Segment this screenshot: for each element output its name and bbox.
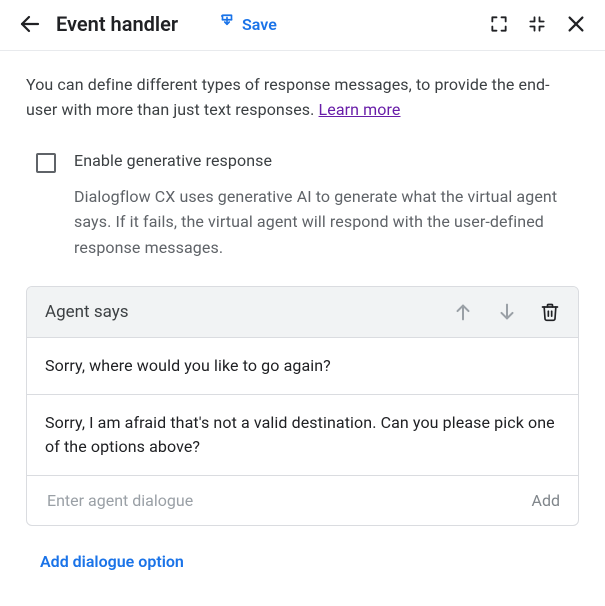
save-label: Save bbox=[242, 15, 277, 34]
agent-says-title: Agent says bbox=[45, 302, 452, 322]
add-dialogue-option-button[interactable]: Add dialogue option bbox=[40, 552, 579, 571]
agent-dialogue-input-row: Add bbox=[27, 476, 578, 525]
enable-generative-label: Enable generative response bbox=[74, 151, 579, 170]
panel-body: You can define different types of respon… bbox=[0, 51, 605, 591]
agent-response-row[interactable]: Sorry, where would you like to go again? bbox=[27, 338, 578, 395]
close-icon[interactable] bbox=[565, 13, 587, 35]
back-arrow-icon[interactable] bbox=[18, 12, 42, 36]
fullscreen-exit-icon[interactable] bbox=[527, 14, 547, 34]
learn-more-link[interactable]: Learn more bbox=[319, 100, 401, 119]
intro-text: You can define different types of respon… bbox=[26, 73, 579, 123]
add-response-button[interactable]: Add bbox=[520, 491, 560, 510]
move-up-icon[interactable] bbox=[452, 301, 474, 323]
delete-icon[interactable] bbox=[540, 302, 560, 322]
generative-description: Dialogflow CX uses generative AI to gene… bbox=[74, 184, 579, 261]
agent-response-row[interactable]: Sorry, I am afraid that's not a valid de… bbox=[27, 395, 578, 476]
agent-says-header: Agent says bbox=[27, 287, 578, 338]
generative-response-section: Enable generative response Dialogflow CX… bbox=[26, 151, 579, 261]
enable-generative-checkbox[interactable] bbox=[36, 153, 56, 173]
agent-dialogue-input[interactable] bbox=[45, 490, 520, 511]
save-icon bbox=[218, 13, 236, 35]
panel-header: Event handler Save bbox=[0, 0, 605, 51]
move-down-icon[interactable] bbox=[496, 301, 518, 323]
intro-text-body: You can define different types of respon… bbox=[26, 75, 550, 119]
fullscreen-icon[interactable] bbox=[489, 14, 509, 34]
agent-says-card: Agent says Sorry, where would you like t… bbox=[26, 286, 579, 526]
save-button[interactable]: Save bbox=[218, 13, 277, 35]
panel-title: Event handler bbox=[56, 12, 178, 36]
